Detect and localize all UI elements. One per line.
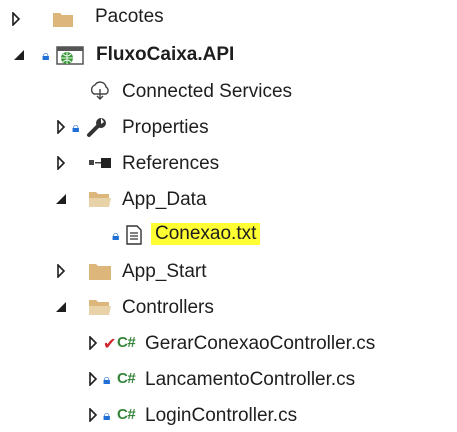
tree-item-label: App_Start — [122, 261, 207, 282]
csharp-file-icon: C# — [117, 370, 136, 387]
tree-item-label: Pacotes — [95, 6, 164, 27]
folder-icon — [88, 261, 112, 281]
checkmark-icon: ✔ — [103, 336, 117, 353]
wrench-icon — [85, 116, 109, 138]
expand-expanded-icon[interactable] — [54, 300, 68, 314]
tree-row-app-data[interactable]: App_Data — [0, 182, 457, 216]
lock-icon: 🔒︎ — [72, 118, 80, 135]
tree-row-pacotes[interactable]: Pacotes — [0, 2, 457, 36]
tree-row-connected-services[interactable]: Connected Services — [0, 74, 457, 108]
tree-item-label: Controllers — [122, 297, 214, 318]
tree-row-project[interactable]: 🔒︎ FluxoCaixa.API — [0, 38, 457, 72]
expand-collapsed-icon[interactable] — [54, 120, 68, 134]
lock-icon: 🔒︎ — [112, 226, 120, 243]
expand-expanded-icon[interactable] — [54, 192, 68, 206]
tree-item-label: App_Data — [122, 189, 207, 210]
expand-collapsed-icon[interactable] — [54, 264, 68, 278]
tree-row-login-controller[interactable]: 🔒︎ C# LoginController.cs — [0, 398, 457, 432]
references-icon — [88, 156, 114, 170]
expand-collapsed-icon[interactable] — [86, 408, 100, 422]
tree-item-label: LancamentoController.cs — [145, 369, 356, 390]
solution-explorer-tree: Pacotes 🔒︎ FluxoCaixa.API Connected Serv… — [0, 0, 457, 426]
tree-item-label: GerarConexaoController.cs — [145, 333, 376, 354]
csharp-file-icon: C# — [117, 406, 136, 423]
lock-icon: 🔒︎ — [103, 371, 111, 387]
tree-item-label: LoginController.cs — [145, 405, 298, 426]
expand-collapsed-icon[interactable] — [9, 12, 23, 26]
tree-row-controllers[interactable]: Controllers — [0, 290, 457, 324]
tree-item-label-highlighted: Conexao.txt — [151, 223, 261, 245]
tree-row-references[interactable]: References — [0, 146, 457, 180]
expand-expanded-icon[interactable] — [12, 48, 26, 62]
project-name-label: FluxoCaixa.API — [96, 44, 235, 65]
tree-item-label: Connected Services — [122, 81, 293, 102]
tree-row-lancamento-controller[interactable]: 🔒︎ C# LancamentoController.cs — [0, 362, 457, 396]
expand-collapsed-icon[interactable] — [86, 336, 100, 350]
tree-row-conexao-txt[interactable]: 🔒︎ Conexao.txt — [0, 218, 457, 252]
tree-item-label: Properties — [122, 117, 209, 138]
tree-item-label: References — [122, 153, 220, 174]
tree-row-properties[interactable]: 🔒︎ Properties — [0, 110, 457, 144]
open-folder-icon — [88, 297, 112, 317]
connected-services-icon — [88, 80, 112, 102]
text-file-icon — [126, 225, 142, 245]
lock-icon: 🔒︎ — [42, 46, 50, 63]
web-project-icon — [55, 44, 85, 66]
tree-row-app-start[interactable]: App_Start — [0, 254, 457, 288]
open-folder-icon — [88, 189, 112, 209]
tree-row-gerar-conexao-controller[interactable]: ✔ C# GerarConexaoController.cs — [0, 326, 457, 360]
csharp-file-icon: C# — [117, 334, 136, 351]
expand-collapsed-icon[interactable] — [54, 156, 68, 170]
folder-icon — [52, 10, 74, 28]
expand-collapsed-icon[interactable] — [86, 372, 100, 386]
